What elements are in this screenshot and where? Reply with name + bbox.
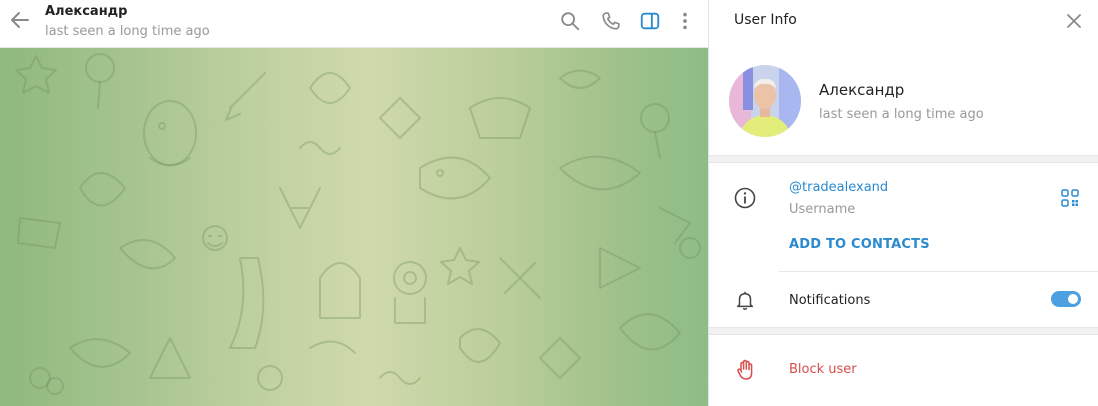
username-label: Username	[789, 202, 856, 217]
bell-icon	[736, 291, 754, 310]
chat-wallpaper	[0, 48, 708, 406]
qr-code-icon[interactable]	[1061, 189, 1079, 207]
info-icon	[734, 187, 756, 209]
user-status: last seen a long time ago	[819, 107, 984, 122]
search-icon[interactable]	[559, 10, 581, 32]
peer-status: last seen a long time ago	[45, 24, 210, 39]
add-to-contacts-button[interactable]: ADD TO CONTACTS	[789, 237, 930, 252]
username-value[interactable]: @tradealexand	[789, 180, 888, 195]
section-divider	[709, 155, 1098, 163]
avatar[interactable]	[729, 65, 801, 137]
row-separator	[779, 271, 1098, 272]
peer-name[interactable]: Александр	[45, 4, 128, 19]
phone-icon[interactable]	[600, 10, 622, 32]
chat-header: Александр last seen a long time ago	[0, 0, 708, 48]
close-icon[interactable]	[1064, 11, 1084, 31]
user-name: Александр	[819, 81, 905, 99]
notifications-label: Notifications	[789, 293, 871, 308]
toggle-knob	[1066, 292, 1080, 306]
chat-area: Александр last seen a long time ago	[0, 0, 708, 406]
wallpaper-doodles	[15, 53, 701, 395]
section-divider	[709, 327, 1098, 335]
arrow-left-icon[interactable]	[8, 8, 32, 32]
block-user-button[interactable]: Block user	[789, 362, 857, 377]
panel-title: User Info	[734, 12, 797, 28]
sidebar-toggle-icon[interactable]	[639, 10, 661, 32]
user-info-panel: User Info Александр last seen a long tim…	[708, 0, 1098, 406]
notifications-toggle[interactable]	[1051, 291, 1081, 307]
hand-stop-icon[interactable]	[736, 359, 756, 381]
more-vertical-icon[interactable]	[674, 10, 696, 32]
